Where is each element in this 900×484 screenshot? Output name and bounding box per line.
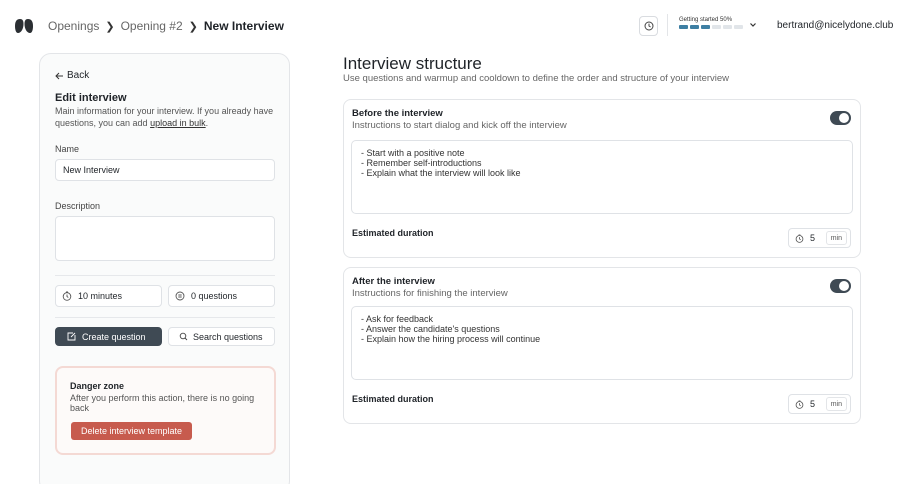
section-title: Before the interview [352, 108, 443, 119]
progress-segment [690, 25, 699, 29]
after-interview-card: After the interview Instructions for fin… [343, 267, 861, 424]
list-icon [175, 291, 185, 301]
duration-unit: min [825, 397, 847, 411]
questions-stat: 0 questions [168, 285, 275, 307]
breadcrumb-openings[interactable]: Openings [48, 19, 99, 33]
back-label: Back [67, 70, 90, 81]
before-interview-toggle[interactable] [830, 111, 851, 125]
back-button[interactable]: Back [55, 70, 89, 81]
chevron-right-icon: ❯ [105, 20, 115, 33]
search-questions-label: Search questions [193, 331, 263, 342]
page-subtitle: Use questions and warmup and cooldown to… [343, 73, 730, 84]
chevron-down-icon[interactable] [749, 21, 757, 29]
duration-stat-text: 10 minutes [78, 291, 123, 301]
search-icon [179, 332, 188, 341]
clock-icon [644, 21, 653, 31]
progress-bar [679, 25, 743, 29]
before-interview-instructions[interactable]: - Start with a positive note - Remember … [351, 140, 853, 214]
description-input[interactable] [55, 216, 275, 261]
section-subtitle: Instructions for finishing the interview [352, 288, 508, 299]
before-interview-card: Before the interview Instructions to sta… [343, 99, 861, 258]
name-label: Name [55, 144, 80, 154]
edit-icon [67, 332, 76, 341]
upload-in-bulk-link[interactable]: upload in bulk [150, 118, 206, 128]
timer-icon [795, 399, 804, 409]
duration-value: 5 [810, 399, 816, 409]
create-question-button[interactable]: Create question [55, 327, 162, 346]
logo-icon[interactable] [14, 18, 34, 34]
create-question-label: Create question [82, 331, 146, 342]
breadcrumb: Openings ❯ Opening #2 ❯ New Interview [48, 19, 284, 33]
arrow-left-icon [55, 72, 63, 79]
after-interview-instructions[interactable]: - Ask for feedback - Answer the candidat… [351, 306, 853, 380]
progress-segment [723, 25, 732, 29]
divider [55, 317, 275, 318]
section-title: After the interview [352, 276, 435, 287]
panel-title: Edit interview [55, 92, 127, 104]
questions-stat-text: 0 questions [191, 291, 238, 301]
page-title: Interview structure [343, 54, 482, 73]
section-subtitle: Instructions to start dialog and kick of… [352, 120, 567, 131]
edit-interview-panel: Back Edit interview Main information for… [39, 53, 290, 484]
progress-segment [712, 25, 721, 29]
duration-stat: 10 minutes [55, 285, 162, 307]
progress-segment [734, 25, 743, 29]
duration-label: Estimated duration [352, 228, 434, 238]
danger-zone: Danger zone After you perform this actio… [55, 366, 276, 455]
danger-zone-text: After you perform this action, there is … [70, 393, 255, 413]
getting-started-progress[interactable]: Getting started 50% [679, 17, 743, 29]
description-label: Description [55, 201, 101, 211]
timer-button[interactable] [639, 16, 658, 36]
timer-icon [62, 291, 72, 301]
duration-input[interactable]: 5 min [788, 228, 851, 248]
after-interview-toggle[interactable] [830, 279, 851, 293]
divider [55, 275, 275, 276]
delete-template-button[interactable]: Delete interview template [71, 422, 192, 440]
name-input[interactable]: New Interview [55, 159, 275, 181]
progress-segment [679, 25, 688, 29]
breadcrumb-current: New Interview [203, 19, 284, 33]
user-email[interactable]: bertrand@nicelydone.club [777, 20, 893, 31]
timer-icon [795, 233, 804, 243]
breadcrumb-opening[interactable]: Opening #2 [121, 19, 183, 33]
divider [667, 14, 668, 36]
search-questions-button[interactable]: Search questions [168, 327, 275, 346]
duration-input[interactable]: 5 min [788, 394, 851, 414]
duration-label: Estimated duration [352, 394, 434, 404]
panel-description: Main information for your interview. If … [55, 105, 280, 129]
duration-value: 5 [810, 233, 816, 243]
duration-unit: min [825, 231, 847, 245]
panel-description-end: . [205, 118, 209, 128]
top-bar: Openings ❯ Opening #2 ❯ New Interview Ge… [0, 0, 900, 52]
progress-label: Getting started 50% [679, 17, 733, 23]
danger-zone-title: Danger zone [70, 381, 125, 391]
chevron-right-icon: ❯ [188, 20, 198, 33]
progress-segment [701, 25, 710, 29]
